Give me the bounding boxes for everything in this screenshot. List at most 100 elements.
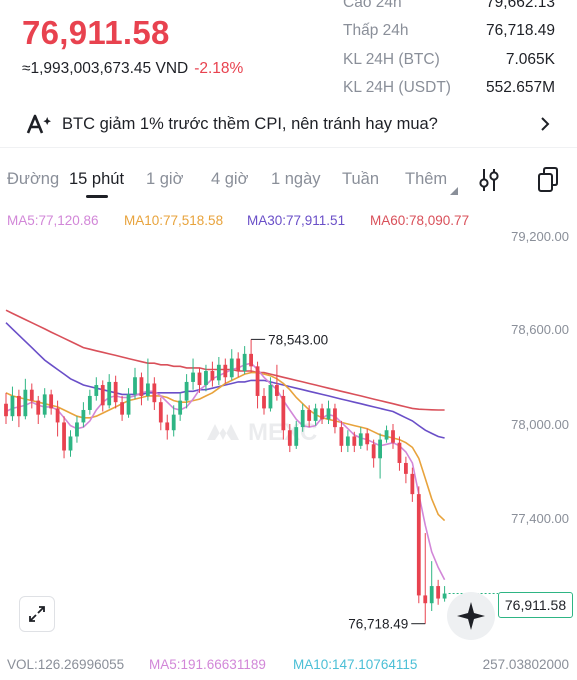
candle [313, 408, 318, 421]
stat-label-vol-btc: KL 24H (BTC) [343, 51, 440, 68]
candle [204, 371, 208, 386]
candle [397, 442, 402, 463]
stat-value-vol-usdt: 552.657M [486, 79, 555, 96]
tab-line[interactable]: Đường [7, 170, 59, 189]
candle [29, 389, 34, 401]
caret-down-icon [450, 182, 458, 200]
volume-axis-label: 257.03802000 [482, 657, 569, 672]
candle [262, 395, 266, 409]
candle [17, 395, 21, 417]
candle [391, 430, 395, 443]
candle [120, 402, 124, 415]
ai-icon [26, 113, 52, 135]
tab-1h[interactable]: 1 giờ [146, 170, 183, 189]
current-price: 76,911.58 [22, 14, 170, 51]
candle [191, 372, 195, 382]
candle [62, 422, 66, 451]
ma30-legend: MA30:77,911.51 [247, 213, 346, 228]
volume-ma5: MA5:191.66631189 [149, 657, 266, 672]
candle [184, 381, 189, 401]
candle [75, 422, 79, 437]
candle [216, 364, 221, 381]
news-text[interactable]: BTC giảm 1% trước thềm CPI, nên tránh ha… [62, 115, 438, 134]
candle [113, 381, 118, 403]
high-label: 78,543.00 [268, 332, 328, 347]
candle [410, 473, 415, 495]
candle [158, 402, 163, 423]
candle [300, 409, 305, 428]
candle [23, 389, 28, 417]
candle [42, 394, 47, 415]
tab-more[interactable]: Thêm [405, 170, 447, 189]
stat-value-low: 76,718.49 [486, 22, 555, 39]
candle [268, 385, 273, 409]
expand-button[interactable] [19, 596, 55, 632]
copy-icon[interactable] [536, 166, 560, 199]
candle [68, 436, 73, 451]
stat-label-low: Thấp 24h [343, 22, 409, 39]
candle [10, 395, 15, 417]
candle [365, 433, 370, 445]
ma5-line [5, 362, 446, 581]
candle [333, 408, 337, 428]
candle [371, 444, 376, 459]
candle [139, 377, 144, 396]
candle [4, 403, 8, 417]
candle [352, 436, 357, 446]
candle [55, 408, 60, 423]
tab-15m[interactable]: 15 phút [69, 170, 124, 189]
ai-assistant-button[interactable] [447, 592, 495, 640]
candle [436, 586, 441, 599]
candle [358, 433, 363, 446]
candle [223, 364, 228, 378]
candle [294, 427, 299, 446]
candle [429, 586, 434, 604]
candle [442, 593, 447, 599]
candle [320, 408, 324, 420]
candle [171, 414, 176, 431]
price-change: -2.18% [194, 60, 244, 77]
candle [165, 422, 170, 431]
sparkle-icon [457, 602, 485, 630]
candle [281, 395, 286, 431]
candle [87, 395, 92, 410]
candle [197, 372, 202, 386]
candle [94, 385, 99, 396]
tab-1d[interactable]: 1 ngày [271, 170, 321, 189]
candle [229, 358, 234, 378]
candle [249, 353, 253, 367]
candle [210, 371, 215, 381]
candle [146, 383, 150, 396]
stat-label-vol-usdt: KL 24H (USDT) [343, 79, 451, 96]
candle [236, 358, 241, 372]
candle [255, 366, 260, 396]
candle [423, 595, 428, 604]
candle [378, 439, 382, 459]
tab-active-indicator [86, 195, 108, 198]
candle [81, 409, 86, 423]
stat-value-vol-btc: 7.065K [505, 51, 555, 68]
ma60-legend: MA60:78,090.77 [370, 213, 470, 228]
divider [0, 147, 577, 148]
current-price-label: 76,911.58 [498, 592, 573, 618]
candle [384, 430, 389, 440]
candle [178, 400, 183, 415]
tab-week[interactable]: Tuần [342, 170, 379, 189]
candle [242, 353, 247, 372]
candle [49, 394, 54, 409]
candle [287, 430, 292, 446]
ma5-legend: MA5:77,120.86 [7, 213, 99, 228]
stat-label-high: Cao 24h [343, 0, 402, 11]
ma10-legend: MA10:77,518.58 [124, 213, 224, 228]
tab-4h[interactable]: 4 giờ [211, 170, 248, 189]
candle [152, 383, 157, 403]
price-sub: ≈1,993,003,673.45 VND -2.18% [22, 60, 243, 78]
expand-icon [29, 606, 45, 622]
volume-ma10: MA10:147.10764115 [293, 657, 418, 672]
chevron-right-icon[interactable] [538, 116, 552, 137]
indicator-settings-icon[interactable] [478, 167, 500, 198]
candle [416, 494, 421, 596]
candle [126, 394, 131, 415]
candle [404, 462, 408, 474]
candle [326, 408, 331, 420]
